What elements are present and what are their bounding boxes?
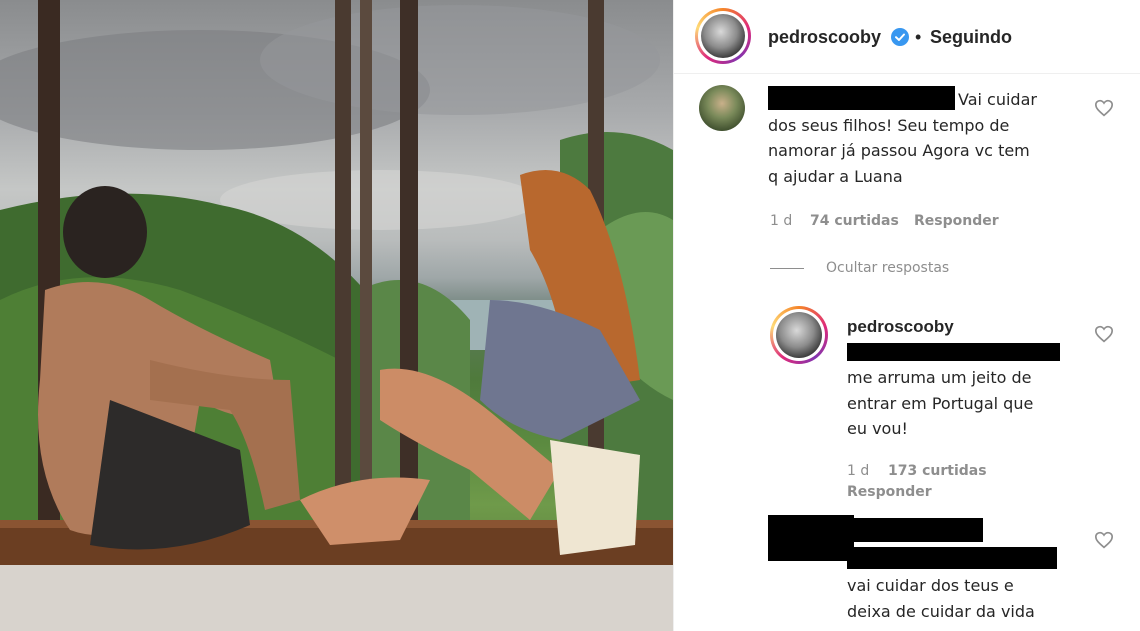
- redacted-mention: [847, 547, 1057, 569]
- redacted-avatar: [768, 515, 854, 561]
- commenter-avatar[interactable]: [699, 85, 745, 131]
- reply-likes[interactable]: 173 curtidas: [888, 463, 987, 479]
- post-header: pedroscooby • Seguindo: [674, 0, 1140, 74]
- redacted-username: [847, 518, 983, 542]
- separator-dot: •: [915, 27, 922, 47]
- following-button[interactable]: Seguindo: [930, 27, 1012, 48]
- reply-text: me arruma um jeito de entrar em Portugal…: [847, 368, 1034, 438]
- author-avatar[interactable]: [695, 8, 751, 64]
- verified-badge-icon: [891, 28, 909, 46]
- heart-icon[interactable]: [1094, 531, 1114, 549]
- hide-replies-button[interactable]: Ocultar respostas: [826, 260, 949, 276]
- reply-author-avatar[interactable]: [770, 306, 828, 364]
- comment-text: Vai cuidar dos seus filhos! Seu tempo de…: [768, 90, 1037, 186]
- author-username[interactable]: pedroscooby: [768, 27, 881, 48]
- reply-button[interactable]: Responder: [914, 213, 999, 229]
- heart-icon[interactable]: [1094, 99, 1114, 117]
- comments-panel: pedroscooby • Seguindo Vai cuidar dos se…: [673, 0, 1140, 631]
- photo-illustration: [0, 0, 673, 631]
- heart-icon[interactable]: [1094, 325, 1114, 343]
- reply-time: 1 d: [847, 463, 870, 479]
- redacted-mention: [847, 343, 1060, 361]
- comment-text: vai cuidar dos teus e deixa de cuidar da…: [847, 576, 1035, 621]
- reply-reply-button[interactable]: Responder: [847, 484, 932, 500]
- comment-time: 1 d: [770, 213, 793, 229]
- replies-divider: [770, 268, 804, 269]
- post-photo[interactable]: [0, 0, 673, 631]
- reply-author-username[interactable]: pedroscooby: [847, 317, 954, 337]
- comment-likes[interactable]: 74 curtidas: [810, 213, 899, 229]
